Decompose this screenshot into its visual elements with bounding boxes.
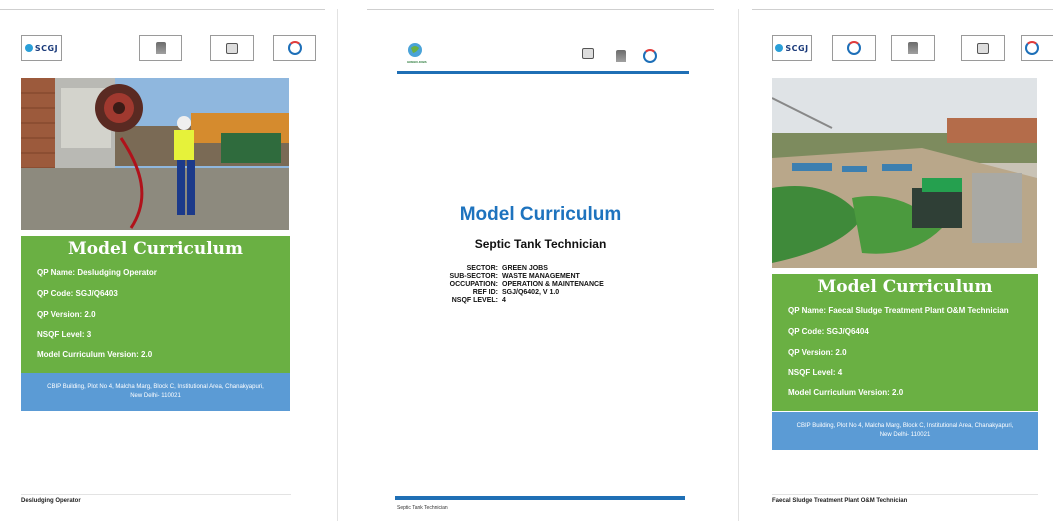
emblem-logo	[139, 35, 182, 61]
nsdc-logo	[273, 35, 316, 61]
emblem-logo	[891, 35, 935, 61]
nsqf-level: NSQF Level: 4	[788, 368, 843, 377]
scgj-logo: SCGJ	[21, 35, 62, 61]
address-panel: CBIP Building, Plot No 4, Malcha Marg, B…	[772, 412, 1038, 450]
nsdc-icon	[643, 49, 657, 63]
meta-key: OCCUPATION:	[449, 281, 498, 288]
meta-key: NSQF LEVEL:	[451, 297, 498, 304]
address-line-1: CBIP Building, Plot No 4, Malcha Marg, B…	[47, 384, 264, 390]
national-emblem-icon	[908, 42, 918, 54]
septic-tank-technician-cover-page: GREEN JOBS Model Curriculum Septic Tank …	[367, 9, 714, 521]
skill-india-icon	[582, 47, 594, 59]
model-curriculum-version: Model Curriculum Version: 2.0	[788, 388, 904, 397]
meta-value: GREEN JOBS	[502, 265, 548, 272]
curriculum-title: Model Curriculum	[459, 204, 622, 225]
curriculum-title: Model Curriculum	[67, 239, 243, 259]
address-line-2: New Delhi- 110021	[879, 432, 931, 438]
page-footer: Desludging Operator	[21, 498, 81, 504]
qp-code: QP Code: SGJ/Q6403	[37, 289, 118, 298]
meta-key: SUB-SECTOR:	[449, 273, 498, 280]
skill-india-icon	[977, 42, 989, 54]
page-footer: Faecal Sludge Treatment Plant O&M Techni…	[772, 498, 908, 504]
fstp-technician-cover-page: SCGJ Model Curriculum QP Name: Faecal Sl…	[752, 9, 1053, 521]
meta-value: 4	[502, 297, 506, 304]
model-curriculum-version: Model Curriculum Version: 2.0	[37, 350, 153, 359]
address-line-2: New Delhi- 110021	[130, 393, 181, 399]
curriculum-info-panel: Model Curriculum QP Name: Faecal Sludge …	[772, 274, 1038, 411]
national-emblem-icon	[155, 42, 166, 54]
footer-rule	[395, 496, 685, 500]
scgj-logo-text: SCGJ	[24, 44, 58, 53]
meta-value: OPERATION & MAINTENANCE	[502, 281, 604, 288]
qp-name: QP Name: Faecal Sludge Treatment Plant O…	[788, 306, 1009, 315]
meta-value: SGJ/Q6402, V 1.0	[502, 289, 560, 296]
nsdc-logo	[643, 44, 691, 68]
nsdc-logo	[832, 35, 876, 61]
footer-divider	[772, 494, 1038, 495]
skill-india-logo	[961, 35, 1005, 61]
qp-version: QP Version: 2.0	[37, 310, 96, 319]
meta-value: WASTE MANAGEMENT	[502, 273, 580, 280]
footer-divider	[21, 494, 291, 495]
curriculum-title: Model Curriculum	[817, 277, 993, 297]
skill-india-icon	[226, 42, 238, 54]
nsdc-icon	[1025, 41, 1039, 55]
page-separator	[738, 9, 739, 521]
address-line-1: CBIP Building, Plot No 4, Malcha Marg, B…	[796, 423, 1014, 429]
nsqf-level: NSQF Level: 3	[37, 330, 92, 339]
page-footer: Septic Tank Technician	[397, 505, 448, 511]
treatment-plant-photo	[772, 78, 1037, 268]
nsdc-partner-logo	[1021, 35, 1053, 61]
green-jobs-globe-icon	[408, 43, 422, 57]
desludging-operator-cover-page: SCGJ Model Curriculum QP Name: Desludgin…	[0, 9, 325, 521]
skill-india-logo	[210, 35, 254, 61]
qp-name: QP Name: Desludging Operator	[37, 268, 157, 277]
nsdc-icon	[847, 41, 861, 55]
qp-version: QP Version: 2.0	[788, 348, 847, 357]
page-separator	[337, 9, 338, 521]
qp-code: QP Code: SGJ/Q6404	[788, 327, 869, 336]
meta-key: REF ID:	[472, 289, 498, 296]
green-jobs-logo: GREEN JOBS	[397, 42, 437, 70]
green-jobs-label: GREEN JOBS	[407, 60, 427, 64]
emblem-logo	[607, 44, 635, 68]
curriculum-info-panel: Model Curriculum QP Name: Desludging Ope…	[21, 236, 290, 373]
meta-key: SECTOR:	[466, 265, 498, 272]
nsdc-icon	[287, 41, 302, 55]
job-role-title: Septic Tank Technician	[474, 237, 607, 251]
skill-india-logo	[579, 44, 597, 62]
header-rule	[397, 71, 689, 74]
scgj-logo-text: SCGJ	[775, 44, 808, 53]
national-emblem-icon	[616, 50, 626, 62]
desludging-operator-photo	[21, 78, 289, 230]
scgj-logo: SCGJ	[772, 35, 812, 61]
address-panel: CBIP Building, Plot No 4, Malcha Marg, B…	[21, 373, 290, 411]
